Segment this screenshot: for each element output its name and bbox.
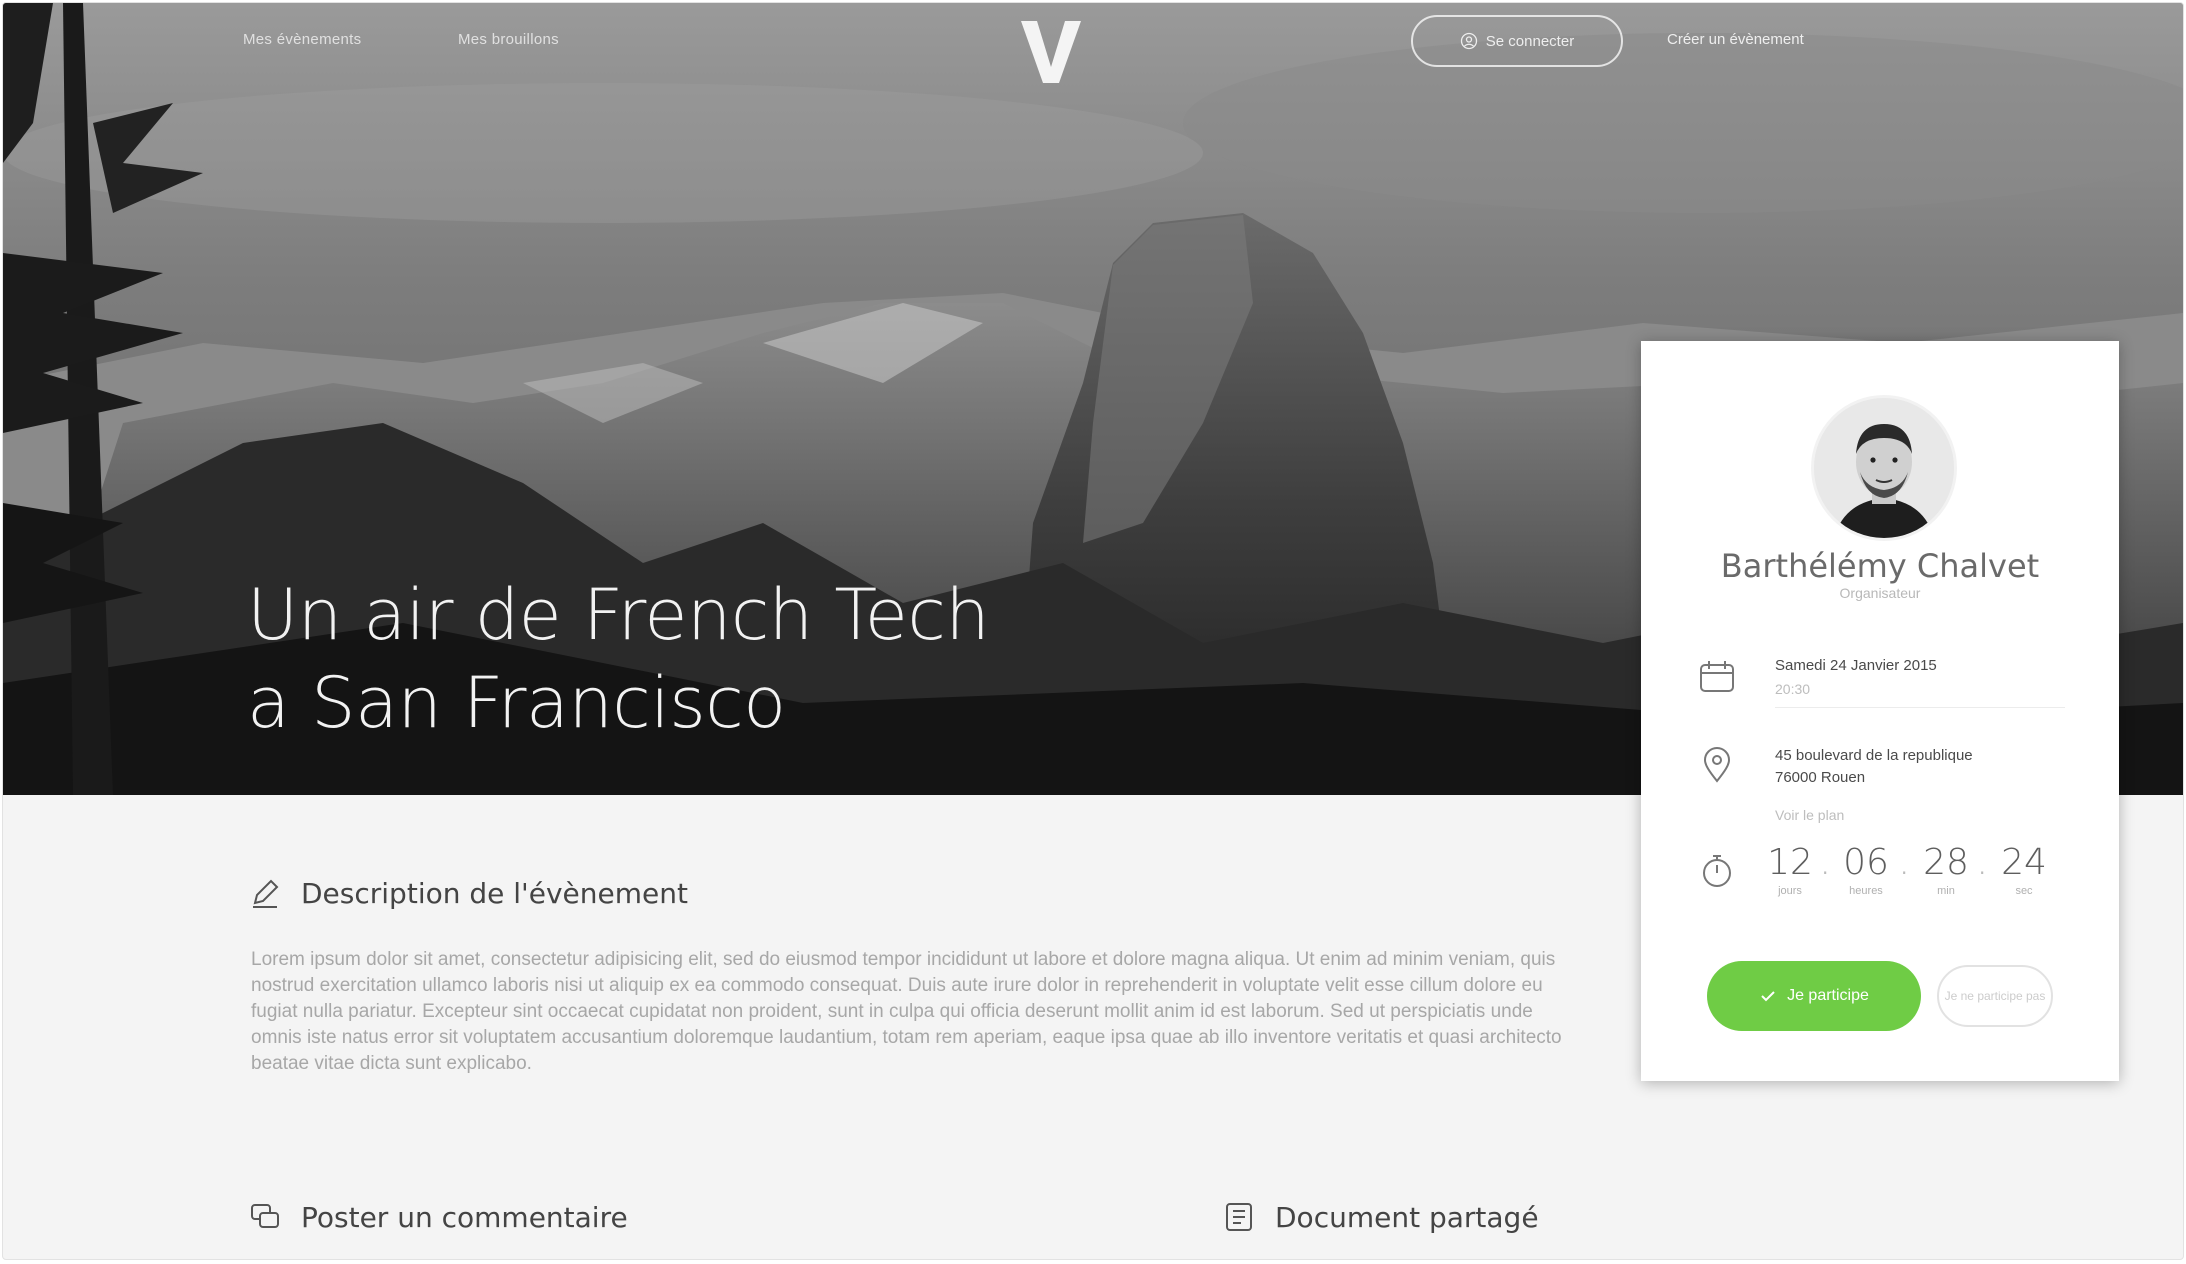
organizer-name: Barthélémy Chalvet [1720,547,2040,585]
countdown-separator: · [1822,861,1829,885]
countdown-hours-value: 06 [1843,842,1889,883]
countdown-seconds: 24 sec [1993,841,2055,897]
participate-label: Je participe [1787,987,1869,1004]
event-title-line-1: Un air de French Tech [247,574,990,656]
create-event-link[interactable]: Créer un évènement [1667,31,1804,48]
document-icon [1226,1203,1252,1231]
countdown-separator: · [1901,861,1908,885]
organizer-role: Organisateur [1839,585,1921,601]
description-heading-text: Description de l'évènement [301,876,688,910]
post-comment-heading[interactable]: Poster un commentaire [247,1199,628,1235]
countdown-days-value: 12 [1767,842,1813,883]
decline-button[interactable]: Je ne participe pas [1937,965,2053,1027]
countdown-minutes-label: min [1937,885,1955,897]
user-icon [1460,32,1477,50]
comment-icon [251,1204,279,1228]
countdown-minutes: 28 min [1915,841,1977,897]
stopwatch-icon [1703,855,1731,887]
nav-my-drafts[interactable]: Mes brouillons [458,31,559,48]
calendar-icon [1700,661,1734,692]
check-icon [1761,991,1775,1002]
organizer-card: Barthélémy Chalvet Organisateur Samedi 2… [1641,341,2119,1081]
countdown-seconds-value: 24 [2001,842,2047,883]
participate-button[interactable]: Je participe [1707,961,1921,1031]
view-map-link[interactable]: Voir le plan [1775,807,1844,823]
shared-document-heading[interactable]: Document partagé [1221,1199,1539,1235]
countdown-seconds-label: sec [2015,885,2033,897]
countdown-separator: · [1979,861,1986,885]
pencil-icon [253,879,279,908]
login-label: Se connecter [1485,32,1575,50]
organizer-photo [1814,398,1954,538]
event-date: Samedi 24 Janvier 2015 [1775,657,1937,674]
address-line-1: 45 boulevard de la republique [1775,747,1973,764]
address-line-2: 76000 Rouen [1775,769,1866,786]
countdown-days: 12 jours [1759,841,1821,897]
countdown-hours-label: heures [1849,885,1883,897]
countdown-minutes-value: 28 [1923,842,1969,883]
event-time: 20:30 [1775,681,1811,697]
post-comment-label: Poster un commentaire [301,1200,628,1234]
page-frame: Mes évènements Mes brouillons Se connect… [2,2,2184,1260]
event-title: Un air de French Tech a San Francisco [247,571,990,747]
decline-label: Je ne participe pas [1944,989,2046,1003]
description-heading: Description de l'évènement [247,875,688,911]
shared-document-label: Document partagé [1275,1200,1539,1234]
nav-my-events[interactable]: Mes évènements [243,31,361,48]
event-title-line-2: a San Francisco [247,662,786,744]
description-text: Lorem ipsum dolor sit amet, consectetur … [251,949,1562,1074]
v-logo[interactable] [1015,11,1087,91]
countdown-days-label: jours [1778,885,1802,897]
countdown-hours: 06 heures [1835,841,1897,897]
location-pin-icon [1703,747,1731,783]
divider [1775,707,2065,708]
login-button[interactable]: Se connecter [1411,15,1623,67]
avatar [1811,395,1957,541]
